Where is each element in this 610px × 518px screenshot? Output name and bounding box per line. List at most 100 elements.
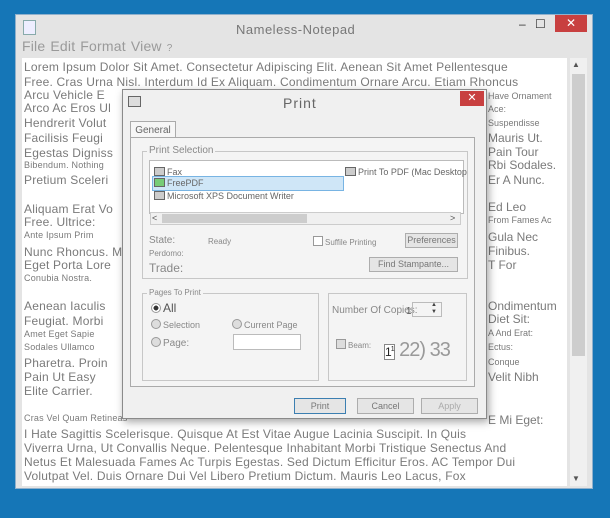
- editor-line: Elite Carrier.: [24, 384, 93, 398]
- editor-line: Egestas Digniss: [24, 146, 114, 160]
- preferences-button[interactable]: Preferences: [405, 233, 458, 248]
- page-range-input[interactable]: [233, 334, 301, 350]
- editor-line: Viverra Urna, Ut Convallis Neque. Pelent…: [24, 441, 507, 455]
- menu-format[interactable]: Format: [80, 38, 126, 54]
- editor-line: Hendrerit Volut: [24, 116, 107, 130]
- scroll-left-icon[interactable]: <: [152, 213, 157, 223]
- scroll-right-icon[interactable]: >: [450, 213, 455, 223]
- radio-selection[interactable]: Selection: [151, 319, 200, 330]
- printer-item-pdf[interactable]: Print To PDF (Mac Desktop: [345, 167, 467, 177]
- checkbox-icon: [313, 236, 323, 246]
- editor-line: Pharetra. Proin: [24, 356, 108, 370]
- editor-line: Amet Eget Sapie: [24, 329, 95, 339]
- radio-page[interactable]: Page:: [151, 337, 189, 349]
- print-to-file-checkbox[interactable]: Suffile Printing: [313, 236, 376, 247]
- minimize-button[interactable]: –: [519, 17, 526, 31]
- fax-icon: [154, 167, 165, 176]
- editor-line: Have Ornament: [488, 91, 552, 101]
- printer-icon: [128, 96, 141, 107]
- printer-item-fax[interactable]: Fax: [154, 167, 182, 177]
- editor-line: Suspendisse: [488, 118, 540, 128]
- print-button[interactable]: Print: [294, 398, 346, 414]
- editor-line: Finibus.: [488, 244, 531, 258]
- editor-line: Arco Ac Eros Ul: [24, 101, 112, 115]
- radio-icon: [151, 337, 161, 347]
- print-selection-label: Print Selection: [147, 145, 216, 156]
- menu-help[interactable]: ?: [167, 43, 173, 54]
- editor-line: Cras Vel Quam Retineas: [24, 413, 128, 423]
- scroll-up-icon[interactable]: ▲: [572, 60, 580, 69]
- editor-line: A And Erat:: [488, 328, 534, 338]
- editor-line: I Hate Sagittis Scelerisque. Quisque At …: [24, 427, 467, 441]
- cancel-button[interactable]: Cancel: [357, 398, 414, 414]
- scrollbar-thumb[interactable]: [572, 74, 585, 356]
- scroll-down-icon[interactable]: ▼: [572, 474, 580, 483]
- editor-line: Feugiat. Morbi: [24, 314, 104, 328]
- menu-file[interactable]: File: [22, 38, 45, 54]
- menu-edit[interactable]: Edit: [50, 38, 75, 54]
- editor-line: Conubia Nostra.: [24, 273, 93, 283]
- printer-icon: [345, 167, 356, 176]
- editor-line: Volutpat Vel. Duis Ornare Dui Vel Libero…: [24, 469, 466, 483]
- editor-line: Velit Nibh: [488, 370, 539, 384]
- radio-icon: [151, 319, 161, 329]
- editor-line: T For: [488, 258, 517, 272]
- printer-item-xps[interactable]: Microsoft XPS Document Writer: [154, 191, 294, 201]
- copies-stepper-icon[interactable]: ▲ ▼: [431, 302, 437, 316]
- editor-line: Pain Ut Easy: [24, 370, 96, 384]
- editor-line: Pain Tour: [488, 145, 539, 159]
- close-button[interactable]: ✕: [555, 15, 587, 32]
- state-value: Ready: [208, 237, 232, 246]
- collate-checkbox[interactable]: Beam:: [336, 339, 371, 350]
- maximize-button[interactable]: ☐: [535, 17, 546, 31]
- radio-all[interactable]: All: [151, 301, 176, 315]
- editor-line: Ante Ipsum Prim: [24, 230, 94, 240]
- editor-line: Rbi Sodales.: [488, 158, 557, 172]
- editor-line: Mauris Ut.: [488, 131, 543, 145]
- editor-line: Eget Porta Lore: [24, 258, 112, 272]
- editor-line: Gula Nec: [488, 230, 539, 244]
- collate-pages-icon: 11 22) 33: [384, 339, 451, 361]
- editor-line: Sodales Ullamco: [24, 342, 95, 352]
- editor-line: Pretium Sceleri: [24, 173, 109, 187]
- find-printer-button[interactable]: Find Stampante...: [369, 257, 458, 272]
- checkbox-icon: [336, 339, 346, 349]
- copies-input[interactable]: 1: [406, 306, 412, 317]
- editor-line: Aliquam Erat Vo: [24, 202, 114, 216]
- default-printer-check-icon: [154, 178, 165, 187]
- printer-item-freepdf[interactable]: FreePDF: [154, 178, 204, 188]
- editor-line: Arcu Vehicle E: [24, 88, 105, 102]
- printer-icon: [154, 191, 165, 200]
- editor-line: Netus Et Malesuada Fames Ac Turpis Egest…: [24, 455, 516, 469]
- editor-line: Free. Ultrice:: [24, 215, 96, 229]
- radio-current-page[interactable]: Current Page: [232, 319, 298, 330]
- editor-line: Lorem Ipsum Dolor Sit Amet. Consectetur …: [24, 60, 508, 74]
- menu-bar: File Edit Format View?: [22, 38, 178, 54]
- pages-label: Pages To Print: [147, 288, 203, 297]
- printer-list-scroll-thumb[interactable]: [162, 214, 307, 223]
- editor-line: Ectus:: [488, 342, 514, 352]
- editor-line: Diet Sit:: [488, 312, 531, 326]
- menu-view[interactable]: View: [131, 38, 162, 54]
- copies-label: Number Of Copies:: [332, 305, 418, 316]
- editor-line: Aenean Iaculis: [24, 299, 106, 313]
- notepad-icon: [23, 20, 36, 35]
- editor-line: Ace:: [488, 104, 507, 114]
- radio-selected-icon: [151, 303, 161, 313]
- editor-line: Bibendum. Nothing: [24, 160, 104, 170]
- window-title: Nameless-Notepad: [236, 22, 356, 37]
- editor-line: Conque: [488, 357, 520, 367]
- editor-line: Ed Leo: [488, 200, 527, 214]
- editor-line: Nunc Rhoncus. M: [24, 245, 123, 259]
- dialog-close-button[interactable]: ✕: [460, 91, 484, 106]
- editor-line: From Fames Ac: [488, 215, 552, 225]
- editor-line: Facilisis Feugi: [24, 131, 104, 145]
- editor-line: Free. Cras Urna Nisl. Interdum Id Ex Ali…: [24, 75, 519, 89]
- editor-line: E Mi Eget:: [488, 413, 544, 427]
- apply-button[interactable]: Apply: [421, 398, 478, 414]
- copies-field-border: [412, 302, 442, 317]
- editor-line: Er A Nunc.: [488, 173, 545, 187]
- state-label: State:: [149, 235, 176, 246]
- radio-icon: [232, 319, 242, 329]
- perdomo-label: Perdomo:: [149, 249, 184, 258]
